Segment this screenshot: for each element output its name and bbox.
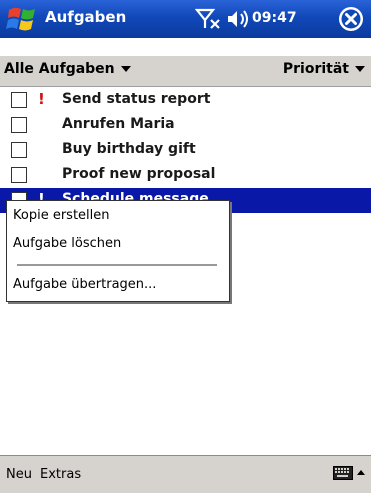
volume-speaker-icon[interactable] [226,9,250,29]
task-row[interactable]: ! Send status report [0,88,371,113]
category-filter-dropdown[interactable]: Alle Aufgaben [4,61,131,77]
task-label: Send status report [62,91,211,107]
title-bar: Aufgaben 09:47 [0,0,371,38]
priority-indicator: ! [38,90,45,108]
sort-dropdown[interactable]: Priorität [283,61,365,77]
menu-separator [17,264,217,266]
task-checkbox[interactable] [11,167,27,183]
bottom-menu-bar: Neu Extras [0,455,371,493]
signal-antenna-icon[interactable] [195,8,221,30]
task-checkbox[interactable] [11,117,27,133]
tools-menu-button[interactable]: Extras [40,467,81,482]
task-row[interactable]: Buy birthday gift [0,138,371,163]
keyboard-icon[interactable] [333,466,353,480]
menu-item-copy[interactable]: Kopie erstellen [13,208,110,223]
sort-label: Priorität [282,61,349,77]
task-label: Buy birthday gift [62,141,196,157]
new-button[interactable]: Neu [6,467,32,482]
menu-item-beam[interactable]: Aufgabe übertragen... [13,277,156,292]
clock[interactable]: 09:47 [252,10,297,26]
filter-bar: Alle Aufgaben Priorität [0,56,371,87]
chevron-down-icon [120,66,131,72]
caret-up-icon[interactable] [356,466,366,480]
task-row[interactable]: Anrufen Maria [0,113,371,138]
context-menu: Kopie erstellen Aufgabe löschen Aufgabe … [6,200,230,302]
task-checkbox[interactable] [11,142,27,158]
task-label: Proof new proposal [62,166,216,182]
app-title: Aufgaben [45,8,127,26]
chevron-down-icon [355,66,365,72]
menu-item-delete[interactable]: Aufgabe löschen [13,236,121,251]
windows-start-icon[interactable] [6,4,38,34]
task-label: Anrufen Maria [62,116,175,132]
task-row[interactable]: Proof new proposal [0,163,371,188]
task-checkbox[interactable] [11,92,27,108]
category-filter-label: Alle Aufgaben [4,61,115,77]
close-icon[interactable] [338,6,364,32]
